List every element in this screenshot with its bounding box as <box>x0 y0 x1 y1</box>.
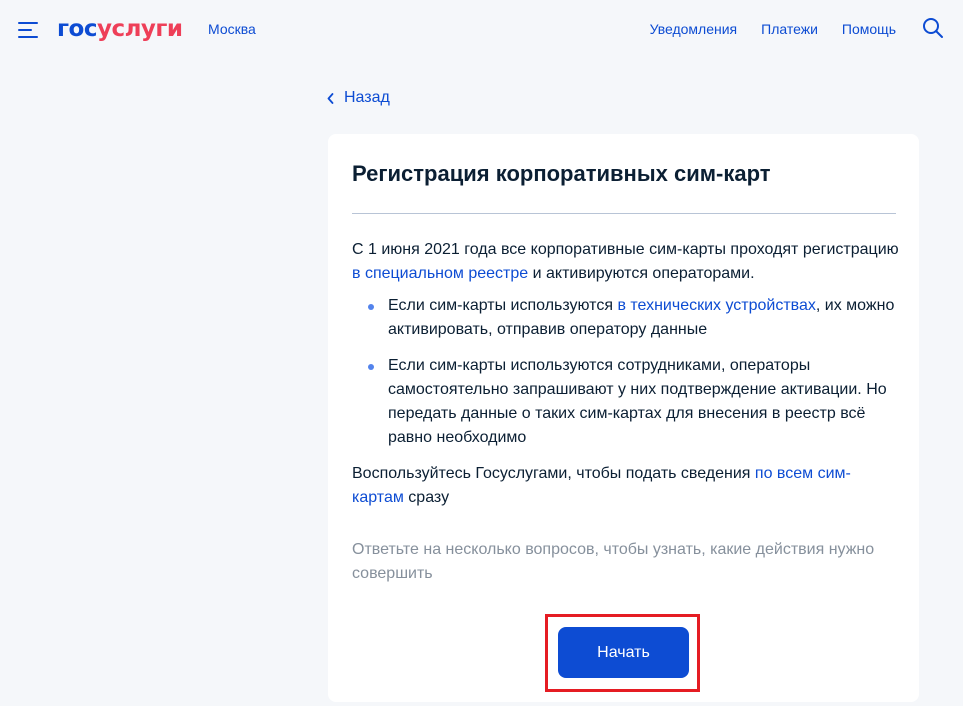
nav-notifications[interactable]: Уведомления <box>650 20 738 38</box>
search-icon[interactable] <box>922 17 944 39</box>
technical-devices-link[interactable]: в технических устройствах <box>617 297 815 314</box>
registry-link[interactable]: в специальном реестре <box>352 265 528 282</box>
back-label: Назад <box>344 89 390 106</box>
nav-help[interactable]: Помощь <box>842 20 896 38</box>
nav-payments[interactable]: Платежи <box>761 20 818 38</box>
bullet-list: Если сим-карты используются в технически… <box>352 294 902 450</box>
gosuslugi-logo[interactable]: госуслуги <box>57 13 183 45</box>
hint-text: Ответьте на несколько вопросов, чтобы уз… <box>352 541 875 582</box>
list-item: Если сим-карты используются сотрудниками… <box>352 354 902 450</box>
back-link[interactable]: Назад <box>327 89 390 107</box>
header: госуслуги Москва Уведомления Платежи Пом… <box>0 0 963 58</box>
chevron-left-icon <box>327 92 334 104</box>
logo-part-gos: гос <box>57 16 97 42</box>
outro-paragraph: Воспользуйтесь Госуслугами, чтобы подать… <box>352 465 851 506</box>
header-nav: Уведомления Платежи Помощь <box>650 20 896 38</box>
logo-part-uslugi: услуги <box>96 16 183 42</box>
start-button[interactable]: Начать <box>558 627 689 678</box>
city-selector[interactable]: Москва <box>208 20 256 38</box>
service-description: С 1 июня 2021 года все корпоративные сим… <box>352 238 902 510</box>
divider <box>352 213 896 214</box>
intro-paragraph: С 1 июня 2021 года все корпоративные сим… <box>352 241 899 282</box>
bullet-dot-icon <box>368 364 374 370</box>
list-item: Если сим-карты используются в технически… <box>352 294 902 342</box>
page-title: Регистрация корпоративных сим-карт <box>352 161 771 186</box>
bullet-dot-icon <box>368 304 374 310</box>
burger-menu-icon[interactable] <box>18 22 38 38</box>
